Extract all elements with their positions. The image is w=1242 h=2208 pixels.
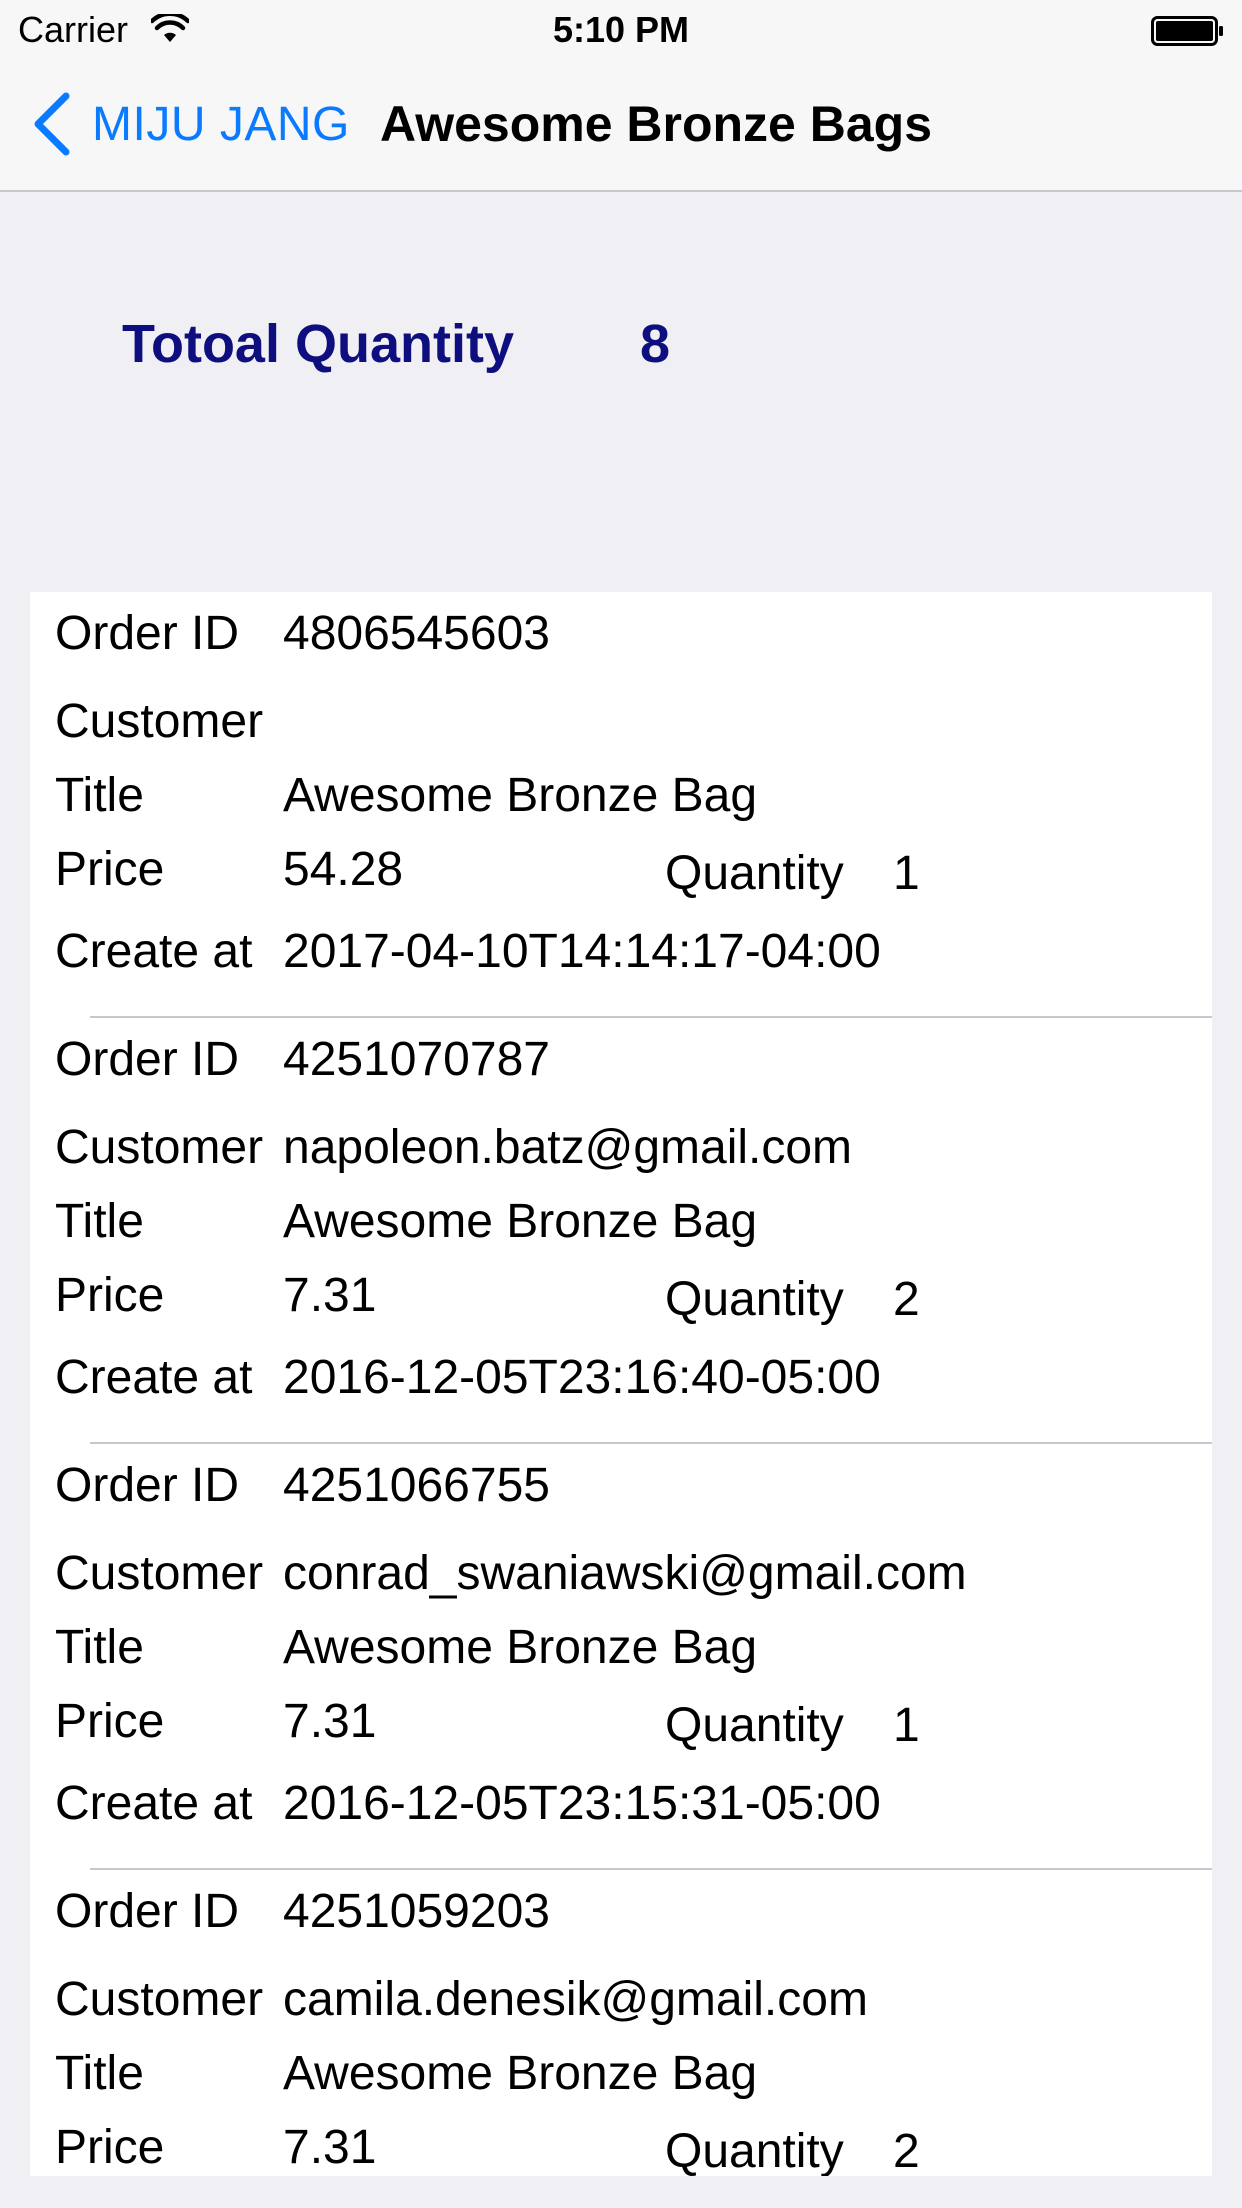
battery-icon: [1151, 16, 1223, 46]
created-label: Create at: [55, 925, 253, 978]
order-id-label: Order ID: [55, 1033, 240, 1086]
title-label: Title: [55, 1195, 144, 1248]
back-label: MIJU JANG: [92, 97, 350, 151]
title-value: Awesome Bronze Bag: [283, 2047, 758, 2100]
quantity-label: Quantity: [665, 1699, 844, 1752]
customer-label: Customer: [55, 1973, 264, 2026]
created-value: 2016-12-05T23:16:40-05:00: [283, 1351, 881, 1404]
order-id-label: Order ID: [55, 1885, 240, 1938]
price-label: Price: [55, 1269, 165, 1322]
chevron-left-icon: [34, 92, 70, 156]
customer-label: Customer: [55, 695, 264, 748]
order-id-value: 4251059203: [283, 1885, 550, 1938]
back-button[interactable]: MIJU JANG: [30, 88, 350, 160]
customer-label: Customer: [55, 1547, 264, 1600]
title-label: Title: [55, 1621, 144, 1674]
total-quantity-label: Totoal Quantity: [122, 314, 514, 374]
quantity-value: 1: [893, 847, 920, 900]
title-label: Title: [55, 769, 144, 822]
total-quantity-value: 8: [640, 314, 671, 374]
price-value: 54.28: [283, 843, 404, 896]
page-title: Awesome Bronze Bags: [380, 96, 933, 152]
orders-list[interactable]: Order ID 4806545603 Customer Title Aweso…: [30, 592, 1212, 2176]
price-label: Price: [55, 843, 165, 896]
price-label: Price: [55, 2121, 165, 2174]
customer-value: conrad_swaniawski@gmail.com: [283, 1547, 967, 1600]
clock: 5:10 PM: [552, 9, 690, 50]
order-row[interactable]: Order ID 4251059203 Customer camila.dene…: [30, 1870, 1212, 2176]
order-id-value: 4806545603: [283, 607, 550, 660]
order-row[interactable]: Order ID 4251070787 Customer napoleon.ba…: [30, 1018, 1212, 1444]
navigation-bar: MIJU JANG Awesome Bronze Bags: [0, 60, 1242, 192]
quantity-label: Quantity: [665, 847, 844, 900]
customer-value: camila.denesik@gmail.com: [283, 1973, 868, 2026]
status-bar: Carrier 5:10 PM: [0, 0, 1242, 60]
order-id-label: Order ID: [55, 1459, 240, 1512]
customer-value: napoleon.batz@gmail.com: [283, 1121, 853, 1174]
customer-label: Customer: [55, 1121, 264, 1174]
title-value: Awesome Bronze Bag: [283, 1195, 758, 1248]
price-value: 7.31: [283, 2121, 377, 2174]
order-row[interactable]: Order ID 4806545603 Customer Title Aweso…: [30, 592, 1212, 1018]
quantity-value: 1: [893, 1699, 920, 1752]
created-value: 2017-04-10T14:14:17-04:00: [283, 925, 881, 978]
quantity-value: 2: [893, 1273, 920, 1326]
price-label: Price: [55, 1695, 165, 1748]
order-id-label: Order ID: [55, 607, 240, 660]
order-id-value: 4251070787: [283, 1033, 550, 1086]
title-value: Awesome Bronze Bag: [283, 1621, 758, 1674]
quantity-label: Quantity: [665, 2125, 844, 2176]
order-id-value: 4251066755: [283, 1459, 550, 1512]
price-value: 7.31: [283, 1695, 377, 1748]
quantity-label: Quantity: [665, 1273, 844, 1326]
created-label: Create at: [55, 1777, 253, 1830]
quantity-value: 2: [893, 2125, 920, 2176]
created-value: 2016-12-05T23:15:31-05:00: [283, 1777, 881, 1830]
created-label: Create at: [55, 1351, 253, 1404]
price-value: 7.31: [283, 1269, 377, 1322]
title-value: Awesome Bronze Bag: [283, 769, 758, 822]
title-label: Title: [55, 2047, 144, 2100]
order-row[interactable]: Order ID 4251066755 Customer conrad_swan…: [30, 1444, 1212, 1870]
